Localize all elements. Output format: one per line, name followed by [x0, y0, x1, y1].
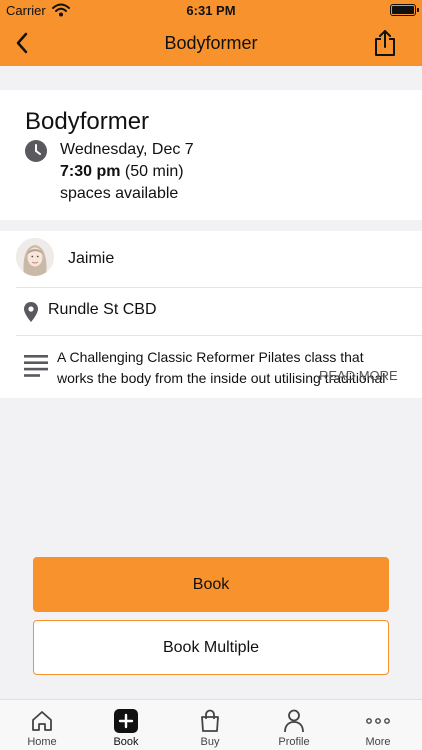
tab-more-label: More	[365, 736, 391, 748]
plus-square-icon	[114, 709, 138, 733]
tab-book[interactable]: Book	[84, 700, 168, 750]
instructor-row[interactable]: Jaimie	[0, 231, 422, 287]
tab-more[interactable]: More	[336, 700, 420, 750]
class-time: 7:30 pm (50 min)	[60, 163, 184, 181]
share-button[interactable]	[370, 27, 400, 59]
spaces-available: spaces available	[60, 185, 179, 202]
page-title: Bodyformer	[164, 33, 258, 53]
tab-profile[interactable]: Profile	[252, 700, 336, 750]
status-time: 6:31 PM	[186, 3, 236, 18]
instructor-name: Jaimie	[68, 250, 115, 267]
battery-icon	[390, 4, 419, 16]
location-name[interactable]: Rundle St CBD	[48, 301, 157, 319]
tab-book-label: Book	[113, 736, 139, 748]
shopping-bag-icon	[201, 709, 219, 732]
divider	[16, 335, 422, 336]
class-header-card: Bodyformer Wednesday, Dec 7 7:30 pm (50 …	[0, 90, 422, 220]
tab-home[interactable]: Home	[0, 700, 84, 750]
class-date: Wednesday, Dec 7	[60, 141, 194, 158]
more-dots-icon	[366, 718, 390, 724]
tab-buy-label: Buy	[200, 736, 220, 748]
person-icon	[284, 709, 304, 733]
divider	[16, 287, 422, 288]
book-button[interactable]: Book	[33, 557, 389, 612]
class-start-time: 7:30 pm	[60, 163, 121, 180]
navigation-bar: Bodyformer	[0, 20, 422, 66]
class-duration: (50 min)	[124, 163, 184, 180]
tab-bar: Home Book Buy Profile More	[0, 699, 422, 750]
share-icon	[375, 30, 395, 56]
description-lines-icon	[24, 355, 48, 377]
tab-profile-label: Profile	[278, 736, 310, 748]
tab-home-label: Home	[27, 736, 57, 748]
avatar	[16, 238, 54, 276]
book-multiple-button[interactable]: Book Multiple	[33, 620, 389, 675]
class-title: Bodyformer	[25, 108, 150, 135]
class-details: Jaimie Rundle St CBD A Challenging Class…	[0, 231, 422, 398]
status-bar: Carrier 6:31 PM	[0, 0, 422, 20]
home-icon	[32, 711, 52, 731]
tab-buy[interactable]: Buy	[168, 700, 252, 750]
location-pin-icon	[24, 302, 38, 322]
clock-icon	[25, 140, 47, 162]
read-more-link[interactable]: READ MORE	[319, 368, 398, 383]
